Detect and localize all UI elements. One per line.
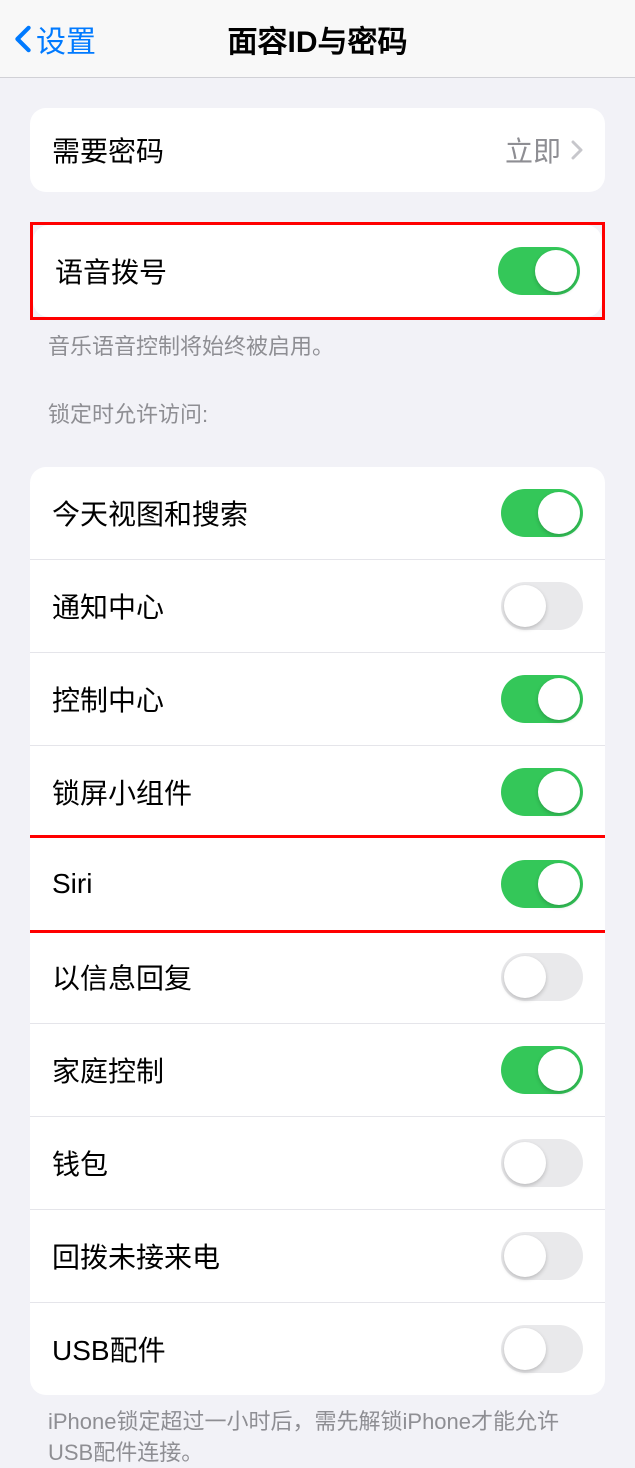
voice-dial-group: 语音拨号 — [30, 222, 605, 320]
lock-access-row: Siri — [30, 835, 605, 933]
voice-dial-toggle[interactable] — [498, 247, 580, 295]
lock-access-toggle[interactable] — [501, 582, 583, 630]
lock-access-row: 锁屏小组件 — [30, 745, 605, 838]
toggle-knob — [504, 956, 546, 998]
lock-access-toggle[interactable] — [501, 489, 583, 537]
lock-access-row: 以信息回复 — [30, 930, 605, 1023]
lock-access-toggle[interactable] — [501, 860, 583, 908]
lock-access-item-label: Siri — [52, 868, 92, 900]
voice-dial-footer: 音乐语音控制将始终被启用。 — [0, 320, 635, 363]
lock-access-toggle[interactable] — [501, 1325, 583, 1373]
chevron-right-icon — [571, 140, 583, 160]
lock-access-toggle[interactable] — [501, 675, 583, 723]
lock-access-footer: iPhone锁定超过一小时后，需先解锁iPhone才能允许USB配件连接。 — [0, 1395, 635, 1468]
page-title: 面容ID与密码 — [228, 17, 408, 61]
lock-access-row: 家庭控制 — [30, 1023, 605, 1116]
content: 需要密码 立即 语音拨号 音乐语音控制将始终被启用。 锁定时允许访问: 今天视图… — [0, 108, 635, 1468]
require-passcode-value: 立即 — [505, 130, 583, 170]
lock-access-toggle[interactable] — [501, 953, 583, 1001]
toggle-knob — [535, 250, 577, 292]
lock-access-item-label: 回拨未接来电 — [52, 1236, 220, 1276]
require-passcode-label: 需要密码 — [52, 130, 164, 170]
toggle-knob — [538, 863, 580, 905]
lock-access-toggle[interactable] — [501, 1232, 583, 1280]
back-label: 设置 — [36, 17, 96, 61]
voice-dial-label: 语音拨号 — [55, 251, 167, 291]
lock-access-row: USB配件 — [30, 1302, 605, 1395]
lock-access-group: 今天视图和搜索通知中心控制中心锁屏小组件 Siri 以信息回复家庭控制钱包回拨未接来… — [30, 467, 605, 1395]
lock-access-toggle[interactable] — [501, 768, 583, 816]
lock-access-item-label: 控制中心 — [52, 679, 164, 719]
lock-access-item-label: 锁屏小组件 — [52, 772, 192, 812]
nav-header: 设置 面容ID与密码 — [0, 0, 635, 78]
lock-access-item-label: 今天视图和搜索 — [52, 493, 248, 533]
toggle-knob — [538, 771, 580, 813]
lock-access-toggle[interactable] — [501, 1046, 583, 1094]
lock-access-item-label: 以信息回复 — [52, 957, 192, 997]
toggle-knob — [504, 1235, 546, 1277]
lock-access-row: 钱包 — [30, 1116, 605, 1209]
toggle-knob — [504, 1328, 546, 1370]
voice-dial-row: 语音拨号 — [33, 225, 602, 317]
chevron-left-icon — [14, 25, 32, 53]
toggle-knob — [538, 492, 580, 534]
lock-access-row: 控制中心 — [30, 652, 605, 745]
lock-access-row: 通知中心 — [30, 559, 605, 652]
lock-access-item-label: USB配件 — [52, 1329, 166, 1369]
require-passcode-value-text: 立即 — [505, 130, 561, 170]
lock-access-row: 今天视图和搜索 — [30, 467, 605, 559]
toggle-knob — [504, 1142, 546, 1184]
toggle-knob — [538, 678, 580, 720]
back-button[interactable]: 设置 — [14, 17, 96, 61]
toggle-knob — [504, 585, 546, 627]
lock-access-header: 锁定时允许访问: — [0, 363, 635, 437]
lock-access-item-label: 家庭控制 — [52, 1050, 164, 1090]
lock-access-item-label: 通知中心 — [52, 586, 164, 626]
lock-access-toggle[interactable] — [501, 1139, 583, 1187]
lock-access-row: 回拨未接来电 — [30, 1209, 605, 1302]
lock-access-item-label: 钱包 — [52, 1143, 108, 1183]
toggle-knob — [538, 1049, 580, 1091]
require-passcode-group: 需要密码 立即 — [30, 108, 605, 192]
require-passcode-row[interactable]: 需要密码 立即 — [30, 108, 605, 192]
